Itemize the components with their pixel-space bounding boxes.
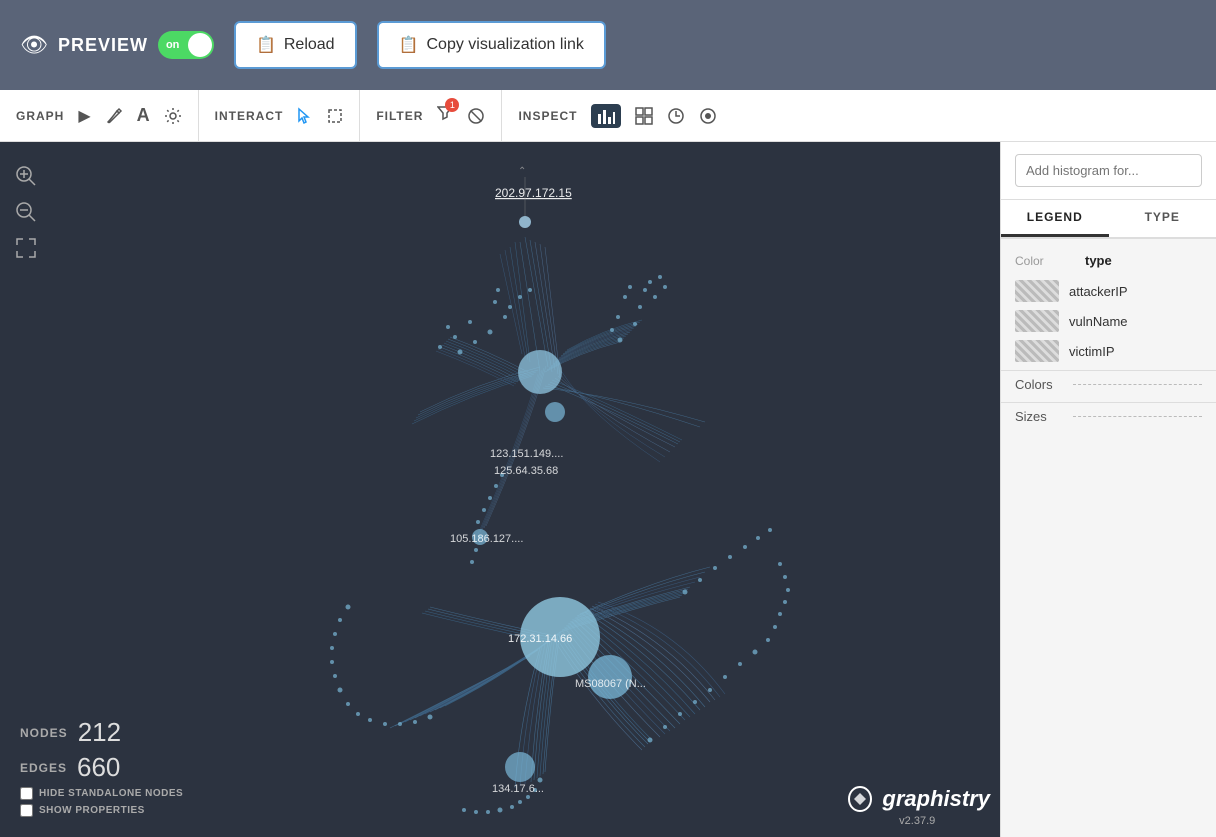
cursor-icon[interactable]: [297, 107, 313, 125]
copy-icon: 📋: [399, 35, 419, 55]
legend-swatch-2: [1015, 310, 1059, 332]
graph-label: GRAPH: [16, 109, 64, 123]
nodes-value: 212: [78, 717, 121, 748]
colors-line: [1073, 384, 1202, 385]
interact-label: INTERACT: [215, 109, 284, 123]
hide-standalone-row: HIDE STANDALONE NODES: [20, 787, 183, 800]
svg-text:105.186.127....: 105.186.127....: [450, 533, 523, 545]
legend-content: Color type attackerIP vulnName victimIP …: [1001, 239, 1216, 440]
preview-toggle[interactable]: on: [158, 31, 214, 59]
legend-label-1: attackerIP: [1069, 284, 1128, 299]
zoom-in-button[interactable]: [12, 162, 40, 190]
preview-section: 👁 PREVIEW on: [20, 31, 214, 59]
toolbar: GRAPH ▶ A INTERACT: [0, 90, 1216, 142]
list-item: attackerIP: [1001, 276, 1216, 306]
grid-icon[interactable]: [635, 107, 653, 125]
settings-icon[interactable]: [164, 107, 182, 125]
list-item: victimIP: [1001, 336, 1216, 366]
histogram-section: [1001, 142, 1216, 200]
sizes-label: Sizes: [1015, 409, 1065, 424]
toggle-on-text: on: [166, 39, 179, 51]
sizes-line: [1073, 416, 1202, 417]
svg-text:134.17.6...: 134.17.6...: [492, 783, 544, 795]
colors-label: Colors: [1015, 377, 1065, 392]
brush-icon[interactable]: [105, 107, 123, 125]
inspect-label: INSPECT: [518, 109, 577, 123]
zoom-out-button[interactable]: [12, 198, 40, 226]
histogram-input[interactable]: [1015, 154, 1202, 187]
color-header: Color: [1015, 254, 1075, 268]
copy-link-button[interactable]: 📋 Copy visualization link: [377, 21, 606, 69]
reload-button[interactable]: 📋 Reload: [234, 21, 357, 69]
main-content: 202.97.172.15 123.151.149.... 125.64.35.…: [0, 142, 1216, 837]
copy-link-label: Copy visualization link: [427, 36, 584, 54]
dot-circle-icon[interactable]: [699, 107, 717, 125]
legend-swatch-3: [1015, 340, 1059, 362]
show-properties-row: SHOW PROPERTIES: [20, 804, 183, 817]
toggle-knob: [188, 33, 212, 57]
show-properties-label: SHOW PROPERTIES: [39, 805, 145, 816]
nodes-row: NODES 212: [20, 717, 183, 748]
graphistry-name: graphistry: [882, 786, 990, 812]
svg-text:125.64.35.68: 125.64.35.68: [494, 465, 558, 477]
graph-area[interactable]: 202.97.172.15 123.151.149.... 125.64.35.…: [0, 142, 1000, 837]
svg-text:MS08067 (N...: MS08067 (N...: [575, 678, 646, 690]
play-icon[interactable]: ▶: [78, 106, 90, 126]
edges-row: EDGES 660: [20, 752, 183, 783]
legend-label-3: victimIP: [1069, 344, 1115, 359]
filter-label: FILTER: [376, 109, 423, 123]
fit-screen-button[interactable]: [12, 234, 40, 262]
interact-section: INTERACT: [199, 90, 361, 141]
colors-row: Colors: [1001, 370, 1216, 398]
legend-swatch-1: [1015, 280, 1059, 302]
zoom-controls: [12, 162, 40, 262]
filter-section: FILTER 1: [360, 90, 502, 141]
ban-icon[interactable]: [467, 107, 485, 125]
graph-section: GRAPH ▶ A: [0, 90, 199, 141]
edges-value: 660: [77, 752, 120, 783]
legend-label-2: vulnName: [1069, 314, 1128, 329]
tab-type[interactable]: TYPE: [1109, 200, 1216, 237]
reload-icon: 📋: [256, 35, 276, 55]
rect-select-icon[interactable]: [327, 108, 343, 124]
text-icon[interactable]: A: [137, 105, 150, 126]
nodes-label: NODES: [20, 726, 68, 740]
hide-standalone-label: HIDE STANDALONE NODES: [39, 788, 183, 799]
inspect-section: INSPECT: [502, 90, 733, 141]
sizes-row: Sizes: [1001, 402, 1216, 430]
eye-icon: 👁: [20, 32, 48, 58]
top-bar: 👁 PREVIEW on 📋 Reload 📋 Copy visualizati…: [0, 0, 1216, 90]
graph-stats: NODES 212 EDGES 660 HIDE STANDALONE NODE…: [20, 717, 183, 817]
svg-text:172.31.14.66: 172.31.14.66: [508, 633, 572, 645]
preview-label: PREVIEW: [58, 35, 148, 56]
graphistry-version: v2.37.9: [844, 815, 990, 827]
clock-icon[interactable]: [667, 107, 685, 125]
watermark: graphistry v2.37.9: [844, 783, 990, 827]
svg-text:123.151.149....: 123.151.149....: [490, 448, 563, 460]
right-panel: LEGEND TYPE Color type attackerIP vulnNa…: [1000, 142, 1216, 837]
bar-chart-icon[interactable]: [591, 104, 621, 128]
panel-tabs: LEGEND TYPE: [1001, 200, 1216, 239]
type-header: type: [1085, 253, 1112, 268]
filter-icon[interactable]: 1: [437, 104, 453, 127]
list-item: vulnName: [1001, 306, 1216, 336]
graphistry-logo-icon: [844, 783, 876, 815]
show-properties-checkbox[interactable]: [20, 804, 33, 817]
legend-header: Color type: [1001, 249, 1216, 276]
tab-legend[interactable]: LEGEND: [1001, 200, 1109, 237]
filter-count: 1: [445, 98, 459, 112]
svg-text:⌃: ⌃: [518, 166, 526, 177]
edges-label: EDGES: [20, 761, 67, 775]
hide-standalone-checkbox[interactable]: [20, 787, 33, 800]
svg-text:202.97.172.15: 202.97.172.15: [495, 186, 572, 200]
reload-label: Reload: [284, 36, 335, 54]
